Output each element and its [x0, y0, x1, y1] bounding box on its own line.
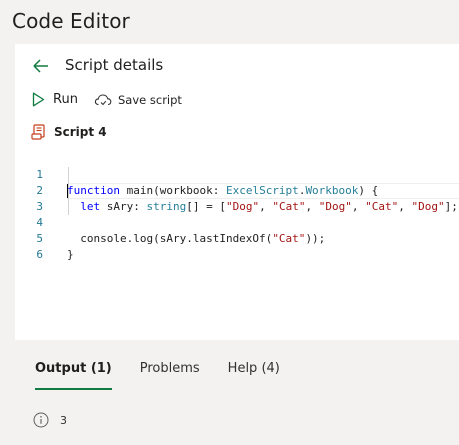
- script-details-panel: Script details Run Save script Script 4 …: [15, 44, 459, 340]
- back-button[interactable]: [32, 58, 50, 74]
- run-label: Run: [53, 92, 78, 107]
- play-icon: [32, 92, 45, 107]
- code-line: 4 console.log(sAry.lastIndexOf("Cat"));: [15, 199, 459, 245]
- code-line: 2 let sAry: string[] = ["Dog", "Cat", "D…: [15, 167, 459, 213]
- code-editor[interactable]: 1 function main(workbook: ExcelScript.Wo…: [15, 150, 459, 340]
- arrow-left-icon: [33, 59, 48, 73]
- code-line: 3: [15, 183, 459, 213]
- output-value: 3: [60, 413, 67, 427]
- output-tabs: Output (1) Problems Help (4): [15, 355, 308, 390]
- save-script-button[interactable]: Save script: [94, 93, 182, 107]
- save-script-label: Save script: [118, 93, 182, 107]
- run-button[interactable]: Run: [32, 92, 78, 107]
- code-line: 6: [15, 231, 459, 261]
- app-title: Code Editor: [12, 9, 130, 33]
- script-icon: [31, 124, 45, 140]
- script-name-row: Script 4: [31, 124, 107, 140]
- info-icon: [33, 412, 49, 428]
- code-line: 1 function main(workbook: ExcelScript.Wo…: [15, 151, 459, 197]
- cloud-save-icon: [94, 94, 112, 106]
- panel-title: Script details: [65, 56, 164, 74]
- tab-problems[interactable]: Problems: [140, 355, 200, 385]
- output-entry: 3: [33, 412, 67, 428]
- tab-help[interactable]: Help (4): [228, 355, 280, 385]
- code-line: 5 }: [15, 215, 459, 261]
- line-number: 6: [36, 248, 43, 261]
- text-cursor: [67, 184, 68, 198]
- script-name: Script 4: [54, 125, 107, 139]
- tab-output[interactable]: Output (1): [35, 355, 112, 390]
- code-text: }: [67, 248, 74, 261]
